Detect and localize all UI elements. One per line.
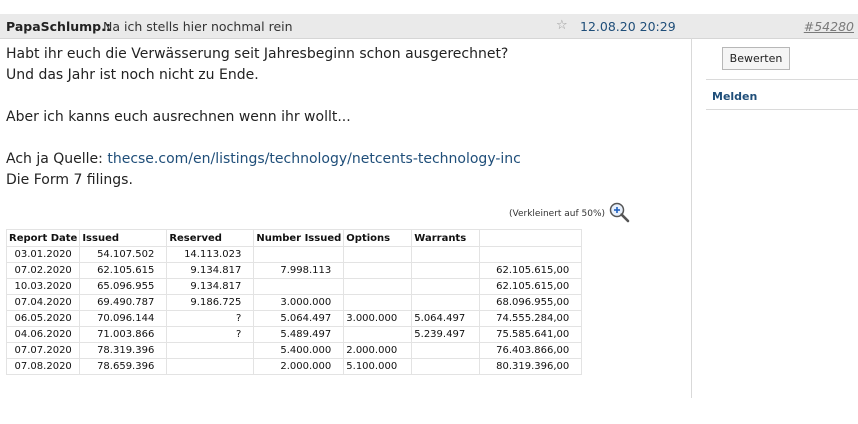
table-cell: [343, 326, 413, 343]
filings-table: Report Date Issued Reserved Number Issue…: [5, 229, 583, 375]
table-cell: 03.01.2020: [5, 246, 81, 263]
table-cell: 07.04.2020: [5, 294, 81, 311]
table-cell: 5.239.497: [411, 326, 481, 343]
post-text-line: Und das Jahr ist noch nicht zu Ende.: [6, 67, 259, 83]
table-cell: 3.000.000: [343, 310, 413, 327]
post-source-line: Ach ja Quelle: thecse.com/en/listings/te…: [6, 149, 686, 170]
table-cell: 04.06.2020: [5, 326, 81, 343]
table-cell: ?: [166, 310, 255, 327]
table-row: 06.05.2020 70.096.144 ? 5.064.497 3.000.…: [5, 310, 583, 327]
source-link[interactable]: thecse.com/en/listings/technology/netcen…: [107, 151, 521, 167]
zoom-label: (Verkleinert auf 50%): [509, 209, 606, 219]
table-cell: 65.096.955: [79, 278, 168, 295]
table-cell: 7.998.113: [253, 262, 345, 279]
table-cell: [166, 358, 255, 375]
table-cell: [411, 342, 481, 359]
bookmark-star-icon[interactable]: ☆: [556, 18, 568, 33]
table-header-cell: Options: [343, 229, 413, 247]
table-cell: [166, 342, 255, 359]
table-row: 03.01.2020 54.107.502 14.113.023: [5, 246, 583, 263]
table-header-cell: Report Date: [5, 229, 81, 247]
table-header-cell: Reserved: [166, 229, 255, 247]
table-cell: 07.02.2020: [5, 262, 81, 279]
table-cell: 5.064.497: [411, 310, 481, 327]
table-cell: [253, 278, 345, 295]
table-row: 07.07.2020 78.319.396 5.400.000 2.000.00…: [5, 342, 583, 359]
table-cell: [411, 262, 481, 279]
table-cell: 2.000.000: [253, 358, 345, 375]
rate-button[interactable]: Bewerten: [722, 47, 790, 70]
table-cell: ?: [166, 326, 255, 343]
table-header-cell: Warrants: [411, 229, 481, 247]
post-subject: Na ich stells hier nochmal rein: [103, 19, 293, 34]
table-cell: 75.585.641,00: [479, 326, 583, 343]
post-author[interactable]: PapaSchlump.:: [6, 19, 111, 34]
table-cell: 78.659.396: [79, 358, 168, 375]
table-cell: 69.490.787: [79, 294, 168, 311]
table-cell: 68.096.955,00: [479, 294, 583, 311]
table-cell: 54.107.502: [79, 246, 168, 263]
post-number-link[interactable]: #54280: [804, 19, 854, 34]
post-date: 12.08.20 20:29: [580, 19, 676, 34]
post-text-line: Die Form 7 filings.: [6, 172, 133, 188]
table-cell: [411, 278, 481, 295]
table-cell: 07.08.2020: [5, 358, 81, 375]
table-cell: 07.07.2020: [5, 342, 81, 359]
table-cell: [411, 246, 481, 263]
sidebar-divider: [706, 109, 858, 110]
table-cell: [343, 278, 413, 295]
table-row: 10.03.2020 65.096.955 9.134.817 62.105.6…: [5, 278, 583, 295]
table-cell: [411, 294, 481, 311]
table-row: 07.04.2020 69.490.787 9.186.725 3.000.00…: [5, 294, 583, 311]
table-cell: [343, 262, 413, 279]
table-header-row: Report Date Issued Reserved Number Issue…: [5, 229, 583, 247]
table-cell: 14.113.023: [166, 246, 255, 263]
table-cell: 3.000.000: [253, 294, 345, 311]
table-cell: 9.134.817: [166, 262, 255, 279]
table-cell: 62.105.615,00: [479, 262, 583, 279]
table-row: 07.08.2020 78.659.396 2.000.000 5.100.00…: [5, 358, 583, 375]
table-cell: 9.134.817: [166, 278, 255, 295]
post-text-line: Aber ich kanns euch ausrechnen wenn ihr …: [6, 109, 351, 125]
table-cell: 5.489.497: [253, 326, 345, 343]
table-cell: 10.03.2020: [5, 278, 81, 295]
table-cell: 5.064.497: [253, 310, 345, 327]
column-divider: [691, 38, 692, 398]
table-row: 04.06.2020 71.003.866 ? 5.489.497 5.239.…: [5, 326, 583, 343]
table-cell: [343, 294, 413, 311]
source-prefix: Ach ja Quelle:: [6, 151, 108, 167]
table-cell: 62.105.615: [79, 262, 168, 279]
table-cell: 78.319.396: [79, 342, 168, 359]
table-cell: 62.105.615,00: [479, 278, 583, 295]
table-header-cell: [479, 229, 583, 247]
table-cell: 9.186.725: [166, 294, 255, 311]
magnifier-plus-icon[interactable]: [608, 201, 630, 227]
table-cell: [343, 246, 413, 263]
table-cell: 70.096.144: [79, 310, 168, 327]
sidebar-divider: [706, 79, 858, 80]
table-cell: 5.400.000: [253, 342, 345, 359]
image-zoom-toggle[interactable]: (Verkleinert auf 50%): [509, 201, 630, 227]
table-cell: [479, 246, 583, 263]
table-cell: 06.05.2020: [5, 310, 81, 327]
table-header-cell: Number Issued: [253, 229, 345, 247]
table-cell: [253, 246, 345, 263]
post-header: PapaSchlump.: Na ich stells hier nochmal…: [0, 14, 858, 39]
table-cell: 5.100.000: [343, 358, 413, 375]
table-cell: 71.003.866: [79, 326, 168, 343]
table-cell: 76.403.866,00: [479, 342, 583, 359]
table-cell: 74.555.284,00: [479, 310, 583, 327]
table-cell: 2.000.000: [343, 342, 413, 359]
report-link[interactable]: Melden: [712, 90, 757, 103]
post-text-line: Habt ihr euch die Verwässerung seit Jahr…: [6, 46, 509, 62]
post-body: Habt ihr euch die Verwässerung seit Jahr…: [6, 44, 686, 191]
table-header-cell: Issued: [79, 229, 168, 247]
table-cell: 80.319.396,00: [479, 358, 583, 375]
table-row: 07.02.2020 62.105.615 9.134.817 7.998.11…: [5, 262, 583, 279]
table-cell: [411, 358, 481, 375]
